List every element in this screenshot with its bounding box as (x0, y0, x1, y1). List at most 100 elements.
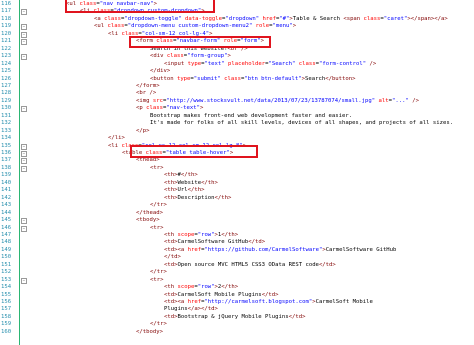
code-line[interactable]: 155 <td>CarmelSoft Mobile Plugins</td> (0, 292, 474, 299)
code-line[interactable]: 154 <th scope="row">2</th> (0, 284, 474, 291)
code-line[interactable]: 151 <td>Open source MVC HTML5 CSS3 OData … (0, 262, 474, 269)
code-line[interactable]: 130 − <p class="nav-text"> (0, 105, 474, 113)
code-token: <tr> (150, 164, 164, 171)
code-line[interactable]: 126 <button type="submit" class="btn btn-… (0, 76, 474, 83)
code-line[interactable]: 156 <td><a href="http://carmelsoft.blogsp… (0, 299, 474, 306)
line-number: 126 (1, 75, 12, 82)
code-token: Table & Search (292, 15, 344, 22)
code-token: <td><a (164, 246, 185, 253)
code-text: </form> (136, 83, 160, 90)
code-token: </td> (261, 291, 279, 298)
code-line[interactable]: 118 <a class="dropdown-toggle" data-toggl… (0, 16, 474, 23)
line-number: 133 (1, 127, 12, 134)
line-number: 141 (1, 187, 12, 194)
code-line[interactable]: 119 − <ul class="dropdown-menu custom-drop… (0, 23, 474, 31)
code-token: </td> (288, 313, 306, 320)
line-number: 139 (1, 172, 12, 179)
line-number: 130 (1, 105, 12, 112)
collapse-icon[interactable]: − (21, 218, 27, 225)
code-line[interactable]: 124 <input type="text" placeholder="Searc… (0, 61, 474, 68)
code-line[interactable]: 128 <br /> (0, 90, 474, 97)
collapse-icon[interactable]: − (21, 158, 27, 165)
code-token: <br /> (136, 90, 157, 97)
code-line[interactable]: 148 <td>CarmelSoftware GitHub</td> (0, 239, 474, 246)
collapse-icon[interactable]: − (21, 106, 27, 113)
code-line[interactable]: 157 Plugins</a></td> (0, 306, 474, 313)
code-line[interactable]: 159 </tr> (0, 321, 474, 328)
code-token: type (173, 75, 191, 82)
line-number: 152 (1, 269, 12, 276)
code-line[interactable]: 143 </tr> (0, 202, 474, 209)
code-text: <tbody> (136, 217, 160, 224)
code-line[interactable]: 153 − <tr> (0, 277, 474, 284)
code-line[interactable]: 158 <td>Bootstrap & jQuery Mobile Plugins… (0, 314, 474, 321)
code-line[interactable]: 123 − <div class="form-group"> (0, 53, 474, 61)
code-token: </th> (201, 179, 218, 186)
code-token: type (184, 60, 202, 67)
code-line[interactable]: 141 <th>Url</th> (0, 187, 474, 194)
code-line[interactable]: 132 It's made for folks of all skill leve… (0, 120, 474, 127)
code-text: <td><a href="http://carmelsoft.blogspot.… (164, 299, 373, 306)
code-token: <button (150, 75, 174, 82)
code-text: <ul class="dropdown-menu custom-dropdown… (94, 23, 296, 30)
code-line[interactable]: 133 </p> (0, 128, 474, 135)
code-line[interactable]: 149 <td><a href="https://github.com/Carme… (0, 247, 474, 254)
collapse-icon[interactable]: − (21, 54, 27, 61)
code-text: Bootstrap makes front-end web developmen… (150, 113, 352, 120)
code-line[interactable]: 142 <th>Description</th> (0, 195, 474, 202)
code-token: Open source MVC HTML5 CSS3 OData REST co… (177, 261, 319, 268)
collapse-icon[interactable]: − (21, 225, 27, 232)
collapse-icon[interactable]: − (21, 9, 27, 16)
code-token: Search (304, 75, 326, 82)
collapse-icon[interactable]: − (21, 24, 27, 31)
code-token: </td> (164, 254, 181, 261)
code-line[interactable]: 152 </tr> (0, 269, 474, 276)
code-token: <td> (164, 291, 178, 298)
code-line[interactable]: 137 − <thead> (0, 157, 474, 165)
code-token: <li (108, 30, 119, 37)
code-line[interactable]: 144 </thead> (0, 210, 474, 217)
line-number: 125 (1, 68, 12, 75)
code-token: </td> (248, 239, 266, 246)
code-text: Plugins</a></td> (164, 306, 218, 313)
collapse-icon[interactable]: − (21, 151, 27, 157)
code-line[interactable]: 131 Bootstrap makes front-end web develop… (0, 113, 474, 120)
code-line[interactable]: 145 − <tbody> (0, 217, 474, 225)
code-line[interactable]: 150 </td> (0, 254, 474, 261)
code-token: <th> (164, 172, 178, 179)
collapse-icon[interactable]: − (21, 277, 27, 284)
code-line[interactable]: 140 <th>Website</th> (0, 180, 474, 187)
code-token: CarmelSoft Mobile (315, 299, 373, 305)
code-token: "text" (204, 60, 225, 67)
code-line[interactable]: 134 </li> (0, 135, 474, 142)
code-token: "form-control" (319, 60, 367, 67)
code-line[interactable]: 125 </div> (0, 68, 474, 75)
code-line[interactable]: 127 </form> (0, 83, 474, 90)
code-text: <tr> (150, 165, 163, 172)
code-editor[interactable]: 116 <ul class="nav navbar-nav"> 117− <li cl… (0, 0, 474, 345)
code-token: <li (108, 142, 119, 149)
code-line[interactable]: 146 − <tr> (0, 225, 474, 232)
code-line[interactable]: 160 </tbody> (0, 329, 474, 336)
code-token: href (184, 246, 202, 253)
code-line[interactable]: 147 <th scope="row">1</th> (0, 232, 474, 239)
code-line[interactable]: 138 − <tr> (0, 165, 474, 172)
collapse-icon[interactable]: − (21, 39, 27, 46)
code-token: "form-group" (187, 53, 228, 60)
code-token: scope (174, 284, 195, 291)
code-token: </button> (325, 75, 356, 82)
code-text: <tr> (150, 225, 163, 232)
collapse-icon[interactable]: − (21, 31, 27, 38)
code-text: <td>Open source MVC HTML5 CSS3 OData RES… (164, 262, 336, 269)
collapse-icon[interactable]: − (21, 165, 27, 172)
collapse-icon[interactable]: − (21, 143, 27, 150)
line-number: 128 (1, 90, 12, 97)
code-text: <th>Url</th> (164, 187, 204, 194)
code-line[interactable]: 129 <img src="http://www.stocksvult.net/d… (0, 98, 474, 105)
code-text: <thead> (136, 157, 160, 164)
code-token: Website (177, 179, 202, 186)
code-line[interactable]: 139 <th>#</th> (0, 172, 474, 179)
code-token: </p> (136, 127, 150, 134)
code-text: <td>CarmelSoftware GitHub</td> (164, 239, 265, 246)
code-text: <a class="dropdown-toggle" data-toggle="… (94, 16, 448, 23)
